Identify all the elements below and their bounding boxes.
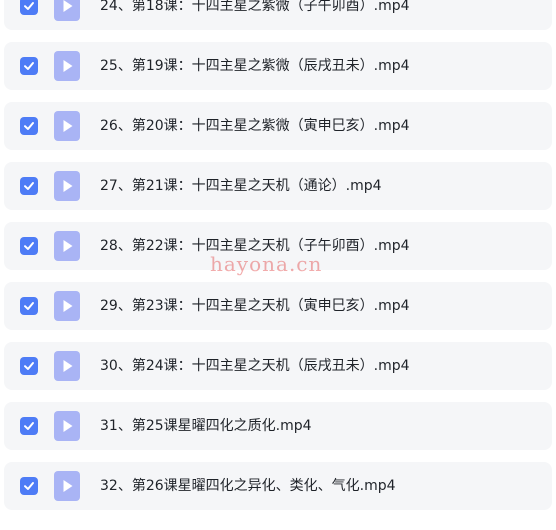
checkbox[interactable] [20,117,38,135]
checkbox[interactable] [20,357,38,375]
file-row[interactable]: 28、第22课：十四主星之天机（子午卯酉）.mp4 [4,222,552,270]
file-name[interactable]: 29、第23课：十四主星之天机（寅申巳亥）.mp4 [100,282,410,330]
file-row[interactable]: 31、第25课星曜四化之质化.mp4 [4,402,552,450]
file-name[interactable]: 26、第20课：十四主星之紫微（寅申巳亥）.mp4 [100,102,410,150]
file-row[interactable]: 30、第24课：十四主星之天机（辰戌丑未）.mp4 [4,342,552,390]
file-row[interactable]: 24、第18课：十四主星之紫微（子午卯酉）.mp4 [4,0,552,30]
file-name[interactable]: 24、第18课：十四主星之紫微（子午卯酉）.mp4 [100,0,410,30]
file-list: 24、第18课：十四主星之紫微（子午卯酉）.mp4 25、第19课：十四主星之紫… [0,0,556,530]
video-file-icon [54,411,80,441]
file-row[interactable]: 29、第23课：十四主星之天机（寅申巳亥）.mp4 [4,282,552,330]
checkmark-icon [24,302,34,310]
checkmark-icon [24,242,34,250]
video-file-icon [54,111,80,141]
file-name[interactable]: 30、第24课：十四主星之天机（辰戌丑未）.mp4 [100,342,410,390]
file-name[interactable]: 28、第22课：十四主星之天机（子午卯酉）.mp4 [100,222,410,270]
video-file-icon [54,0,80,21]
file-row[interactable]: 25、第19课：十四主星之紫微（辰戌丑未）.mp4 [4,42,552,90]
checkmark-icon [24,122,34,130]
video-file-icon [54,291,80,321]
checkbox[interactable] [20,477,38,495]
checkbox[interactable] [20,297,38,315]
video-file-icon [54,51,80,81]
checkmark-icon [24,2,34,10]
checkbox[interactable] [20,237,38,255]
video-file-icon [54,231,80,261]
checkmark-icon [24,182,34,190]
checkmark-icon [24,482,34,490]
checkmark-icon [24,422,34,430]
file-row[interactable]: 27、第21课：十四主星之天机（通论）.mp4 [4,162,552,210]
checkbox[interactable] [20,417,38,435]
file-name[interactable]: 31、第25课星曜四化之质化.mp4 [100,402,312,450]
file-row[interactable]: 32、第26课星曜四化之异化、类化、气化.mp4 [4,462,552,510]
video-file-icon [54,351,80,381]
checkbox[interactable] [20,177,38,195]
video-file-icon [54,471,80,501]
checkmark-icon [24,362,34,370]
checkmark-icon [24,62,34,70]
file-name[interactable]: 27、第21课：十四主星之天机（通论）.mp4 [100,162,382,210]
file-row[interactable]: 26、第20课：十四主星之紫微（寅申巳亥）.mp4 [4,102,552,150]
checkbox[interactable] [20,57,38,75]
file-name[interactable]: 32、第26课星曜四化之异化、类化、气化.mp4 [100,462,396,510]
video-file-icon [54,171,80,201]
checkbox[interactable] [20,0,38,15]
file-name[interactable]: 25、第19课：十四主星之紫微（辰戌丑未）.mp4 [100,42,410,90]
